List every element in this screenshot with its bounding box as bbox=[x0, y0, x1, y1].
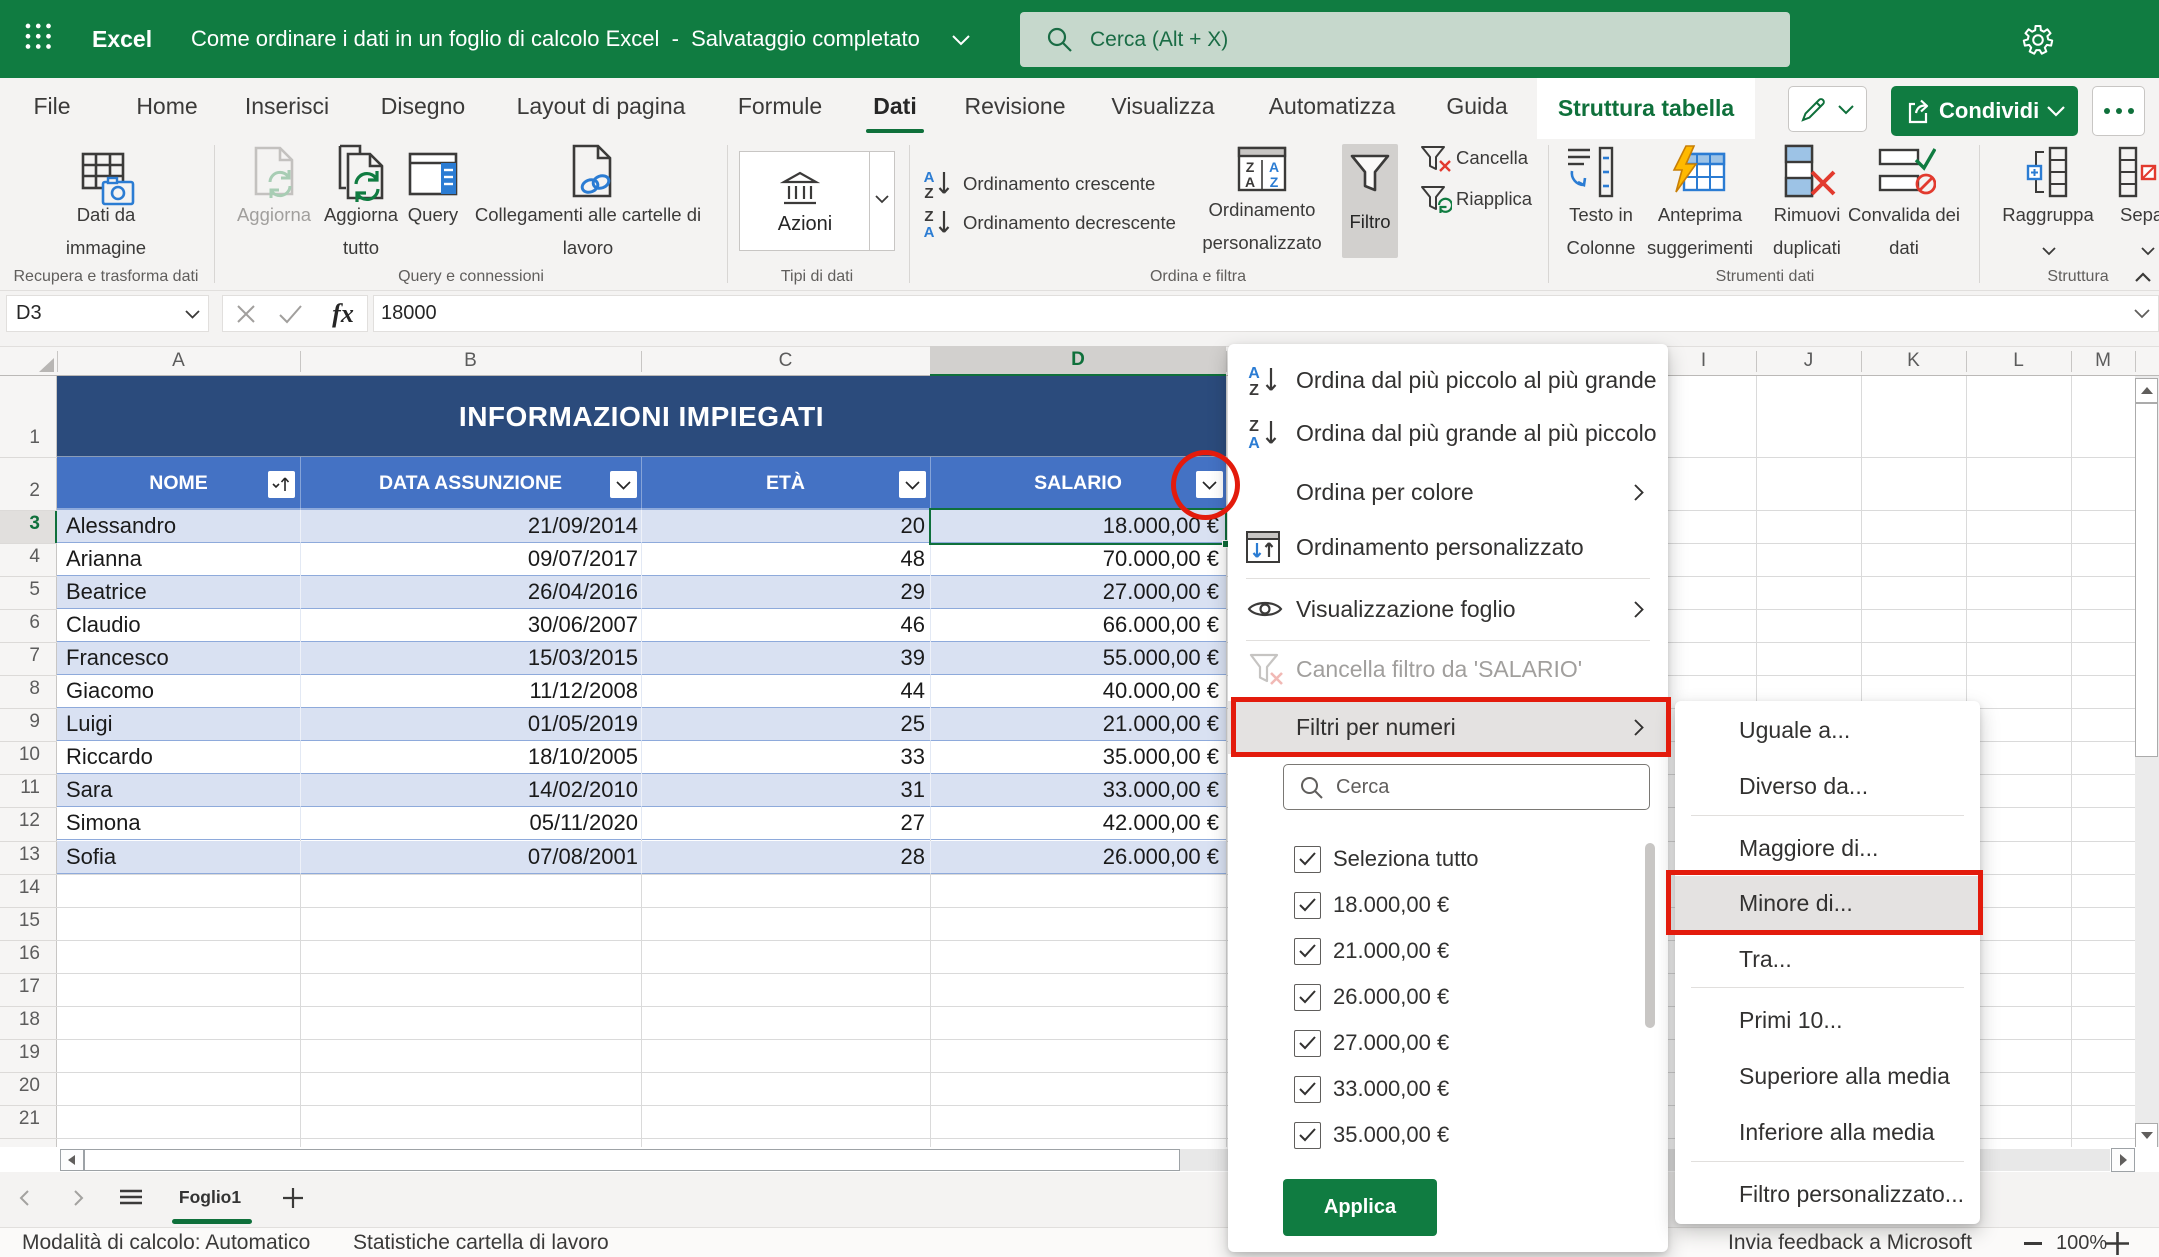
svg-text:A: A bbox=[1269, 159, 1279, 175]
svg-text:Z: Z bbox=[1249, 418, 1259, 435]
svg-text:A: A bbox=[1248, 435, 1260, 450]
svg-text:A: A bbox=[924, 224, 935, 238]
svg-text:A: A bbox=[924, 169, 935, 186]
svg-text:Z: Z bbox=[924, 208, 933, 225]
svg-text:Z: Z bbox=[924, 185, 933, 199]
svg-text:Z: Z bbox=[1246, 159, 1255, 175]
svg-text:Z: Z bbox=[1270, 174, 1279, 190]
svg-text:A: A bbox=[1245, 174, 1255, 190]
svg-text:Z: Z bbox=[1249, 382, 1259, 397]
svg-text:A: A bbox=[1248, 365, 1260, 382]
